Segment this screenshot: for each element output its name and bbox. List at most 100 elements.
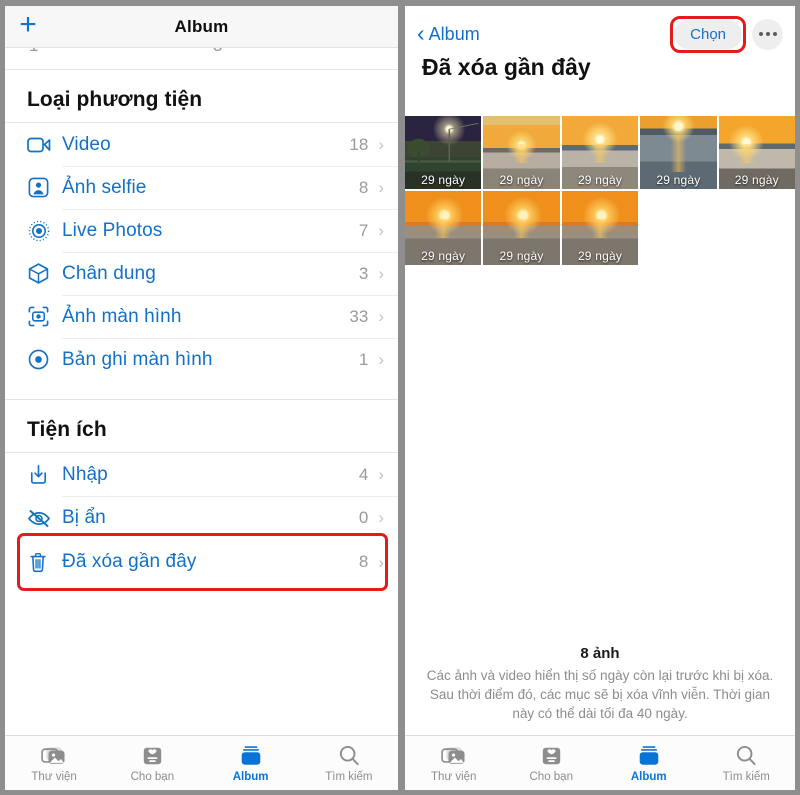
- chevron-right-icon: ›: [378, 221, 384, 240]
- album-label: Nhập: [62, 463, 108, 485]
- dot-icon: [765, 32, 770, 36]
- deleted-photos-grid[interactable]: 29 ngày 29 ngày 29 ngày 29 ngày 29 ngày: [405, 116, 795, 265]
- foryou-icon: [540, 743, 563, 768]
- section-header-utilities: Tiện ích: [27, 418, 107, 441]
- section-header-media-types: Loại phương tiện: [27, 88, 203, 111]
- albums-list[interactable]: 1 3 Loại phương tiện Video 18 › Ảnh self…: [5, 48, 398, 735]
- select-button-wrapper: Chọn: [670, 15, 746, 53]
- left-top-bezel: [0, 0, 398, 6]
- album-row-hidden[interactable]: Bị ẩn 0 ›: [5, 496, 398, 539]
- album-count: 33: [349, 306, 369, 326]
- import-icon: [27, 462, 57, 488]
- chevron-right-icon: ›: [378, 307, 384, 326]
- photo-thumbnail[interactable]: 29 ngày: [405, 116, 482, 190]
- photo-thumbnail[interactable]: 29 ngày: [483, 116, 560, 190]
- sun-reflection: [483, 219, 560, 239]
- days-remaining-label: 29 ngày: [421, 248, 466, 263]
- back-to-album-button[interactable]: ‹ Album: [417, 19, 480, 46]
- tab-search[interactable]: Tìm kiếm: [300, 736, 398, 790]
- video-icon: [27, 132, 57, 158]
- library-icon: [441, 743, 467, 768]
- tab-library[interactable]: Thư viện: [5, 736, 103, 790]
- clipped-count-2: 3: [213, 48, 222, 56]
- tab-albums[interactable]: Album: [600, 736, 698, 790]
- days-remaining-label: 29 ngày: [577, 173, 623, 188]
- album-row-imports[interactable]: Nhập 4 ›: [5, 453, 398, 496]
- album-label: Đã xóa gần đây: [62, 551, 197, 572]
- album-row-screen-recordings[interactable]: Bản ghi màn hình 1 ›: [5, 338, 398, 381]
- album-count: 4: [358, 464, 369, 484]
- photo-thumbnail[interactable]: 29 ngày: [640, 116, 717, 190]
- album-row-selfies[interactable]: Ảnh selfie 8 ›: [5, 166, 398, 209]
- photo-thumbnail[interactable]: 29 ngày: [483, 191, 560, 265]
- foryou-icon: [141, 743, 164, 768]
- more-options-button[interactable]: [752, 18, 783, 50]
- right-top-bezel: [400, 0, 800, 6]
- album-count: 8: [358, 552, 369, 571]
- sun-reflection: [561, 143, 639, 163]
- chevron-right-icon: ›: [378, 135, 384, 154]
- sun-reflection: [405, 219, 482, 239]
- back-label: Album: [428, 23, 480, 44]
- chevron-right-icon: ›: [378, 178, 384, 197]
- right-bottom-bezel: [400, 790, 800, 795]
- portrait-icon: [27, 261, 57, 287]
- album-row-video[interactable]: Video 18 ›: [5, 123, 398, 166]
- photo-thumbnail[interactable]: 29 ngày: [561, 191, 639, 265]
- album-row-portrait[interactable]: Chân dung 3 ›: [5, 252, 398, 295]
- album-count: 8: [358, 177, 369, 197]
- chevron-right-icon: ›: [378, 508, 384, 527]
- days-remaining-label: 29 ngày: [499, 248, 544, 263]
- album-count: 0: [358, 507, 369, 527]
- album-row-screenshots[interactable]: Ảnh màn hình 33 ›: [5, 295, 398, 338]
- left-page-title: Album: [174, 16, 229, 36]
- left-tab-bar: Thư viện Cho bạn Album Tìm kiếm: [5, 735, 398, 790]
- album-count: 7: [358, 220, 369, 240]
- trash-icon: [27, 549, 57, 575]
- album-label: Video: [62, 133, 111, 155]
- left-phone-screen: + Album 1 3 Loại phương tiện Video 18 ›: [0, 0, 400, 795]
- photo-thumbnail[interactable]: 29 ngày: [405, 191, 482, 265]
- photo-thumbnail[interactable]: 29 ngày: [561, 116, 639, 190]
- album-count: 3: [358, 263, 369, 283]
- left-bottom-bezel: [0, 790, 398, 795]
- album-row-recently-deleted[interactable]: Đã xóa gần đây 8 ›: [5, 539, 398, 585]
- photo-count-label: 8 ảnh: [580, 644, 620, 662]
- tab-library[interactable]: Thư viện: [405, 736, 503, 790]
- tab-label: Thư viện: [31, 771, 77, 783]
- album-row-live-photos[interactable]: Live Photos 7 ›: [5, 209, 398, 252]
- screenshot-icon: [27, 304, 57, 330]
- tab-for-you[interactable]: Cho bạn: [503, 736, 601, 790]
- screenrecord-icon: [27, 347, 57, 373]
- days-remaining-label: 29 ngày: [577, 248, 623, 263]
- live-photos-icon: [27, 218, 57, 244]
- tab-for-you[interactable]: Cho bạn: [103, 736, 201, 790]
- albums-icon: [637, 743, 661, 768]
- dot-icon: [758, 32, 763, 36]
- tab-search[interactable]: Tìm kiếm: [698, 736, 796, 790]
- red-highlight-ring: [670, 15, 746, 53]
- tab-label: Album: [232, 771, 269, 783]
- album-label: Chân dung: [62, 262, 156, 284]
- days-remaining-label: 29 ngày: [421, 173, 466, 188]
- photo-thumbnail[interactable]: 29 ngày: [718, 116, 795, 190]
- album-count: 18: [349, 134, 369, 154]
- album-label: Bị ẩn: [62, 506, 106, 528]
- recently-deleted-highlight-wrapper: Đã xóa gần đây 8 ›: [5, 533, 398, 591]
- albums-icon: [239, 743, 263, 768]
- tab-albums[interactable]: Album: [202, 736, 300, 790]
- tab-label: Tìm kiếm: [325, 771, 373, 783]
- right-phone-screen: ‹ Album Chọn Đã xóa gần đây 29 ngày 29 n…: [400, 0, 800, 795]
- chevron-left-icon: ‹: [417, 19, 425, 46]
- tab-label: Album: [630, 771, 667, 783]
- sun-reflection: [718, 143, 795, 163]
- album-count: 1: [358, 349, 369, 369]
- chevron-right-icon: ›: [378, 264, 384, 283]
- tab-label: Cho bạn: [529, 771, 573, 783]
- clipped-previous-row: 1 3: [5, 48, 398, 70]
- sun-reflection: [640, 135, 717, 172]
- right-page-title: Đã xóa gần đây: [422, 54, 591, 80]
- right-tab-bar: Thư viện Cho bạn Album Tìm kiếm: [405, 735, 795, 790]
- hidden-icon: [27, 505, 57, 531]
- clipped-count-1: 1: [29, 48, 38, 56]
